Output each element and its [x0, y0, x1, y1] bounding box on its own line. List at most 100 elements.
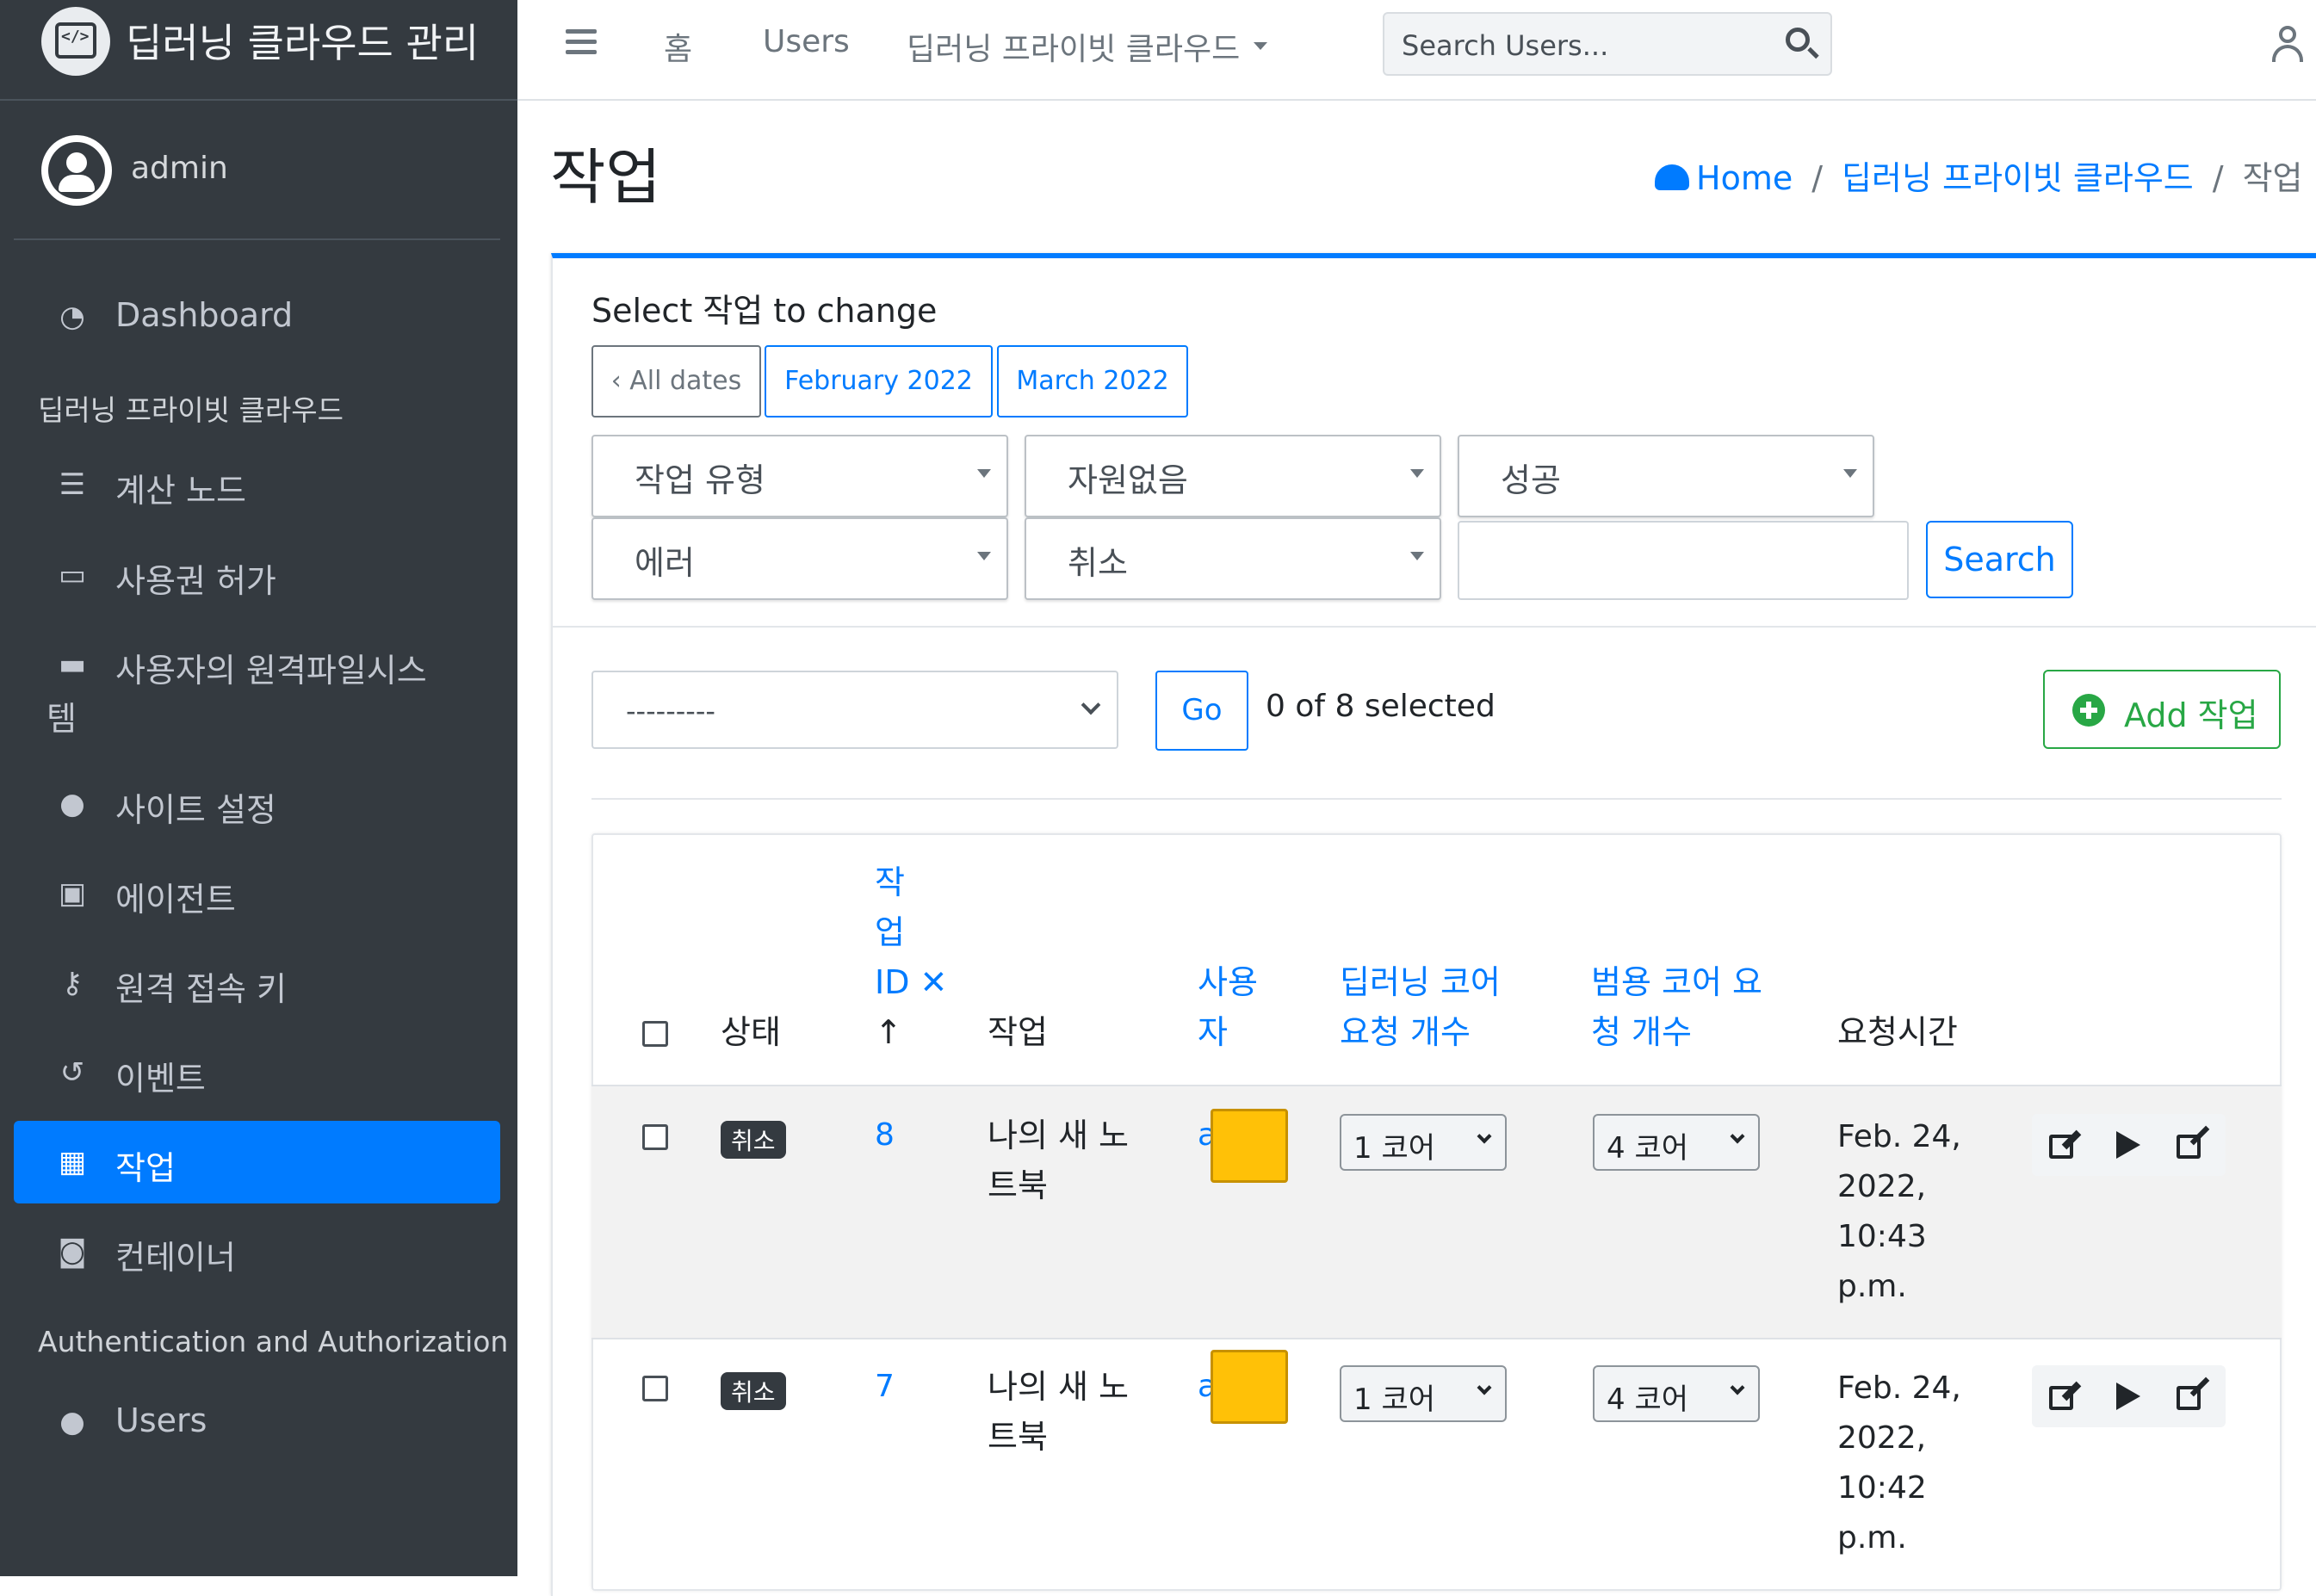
sidebar-item-containers[interactable]: ◙ 컨테이너 [14, 1210, 500, 1293]
sidebar-item-agent[interactable]: ▣ 에이전트 [14, 852, 500, 935]
caret-down-icon [1410, 469, 1424, 478]
nav-dropdown-dlcloud[interactable]: 딥러닝 프라이빗 클라우드 [907, 24, 1268, 69]
sidebar-item-label: 원격 접속 키 [115, 970, 287, 1008]
row-actions [2032, 1114, 2226, 1176]
nav-link-home[interactable]: 홈 [664, 24, 692, 69]
general-cores-select[interactable]: 4 코어 [1593, 1365, 1760, 1422]
date-feb-2022-button[interactable]: February 2022 [765, 345, 993, 418]
row-checkbox[interactable] [642, 1376, 668, 1401]
row-id-link[interactable]: 8 [875, 1117, 895, 1153]
circle-icon: ● [59, 787, 85, 821]
nav-link-users[interactable]: Users [763, 24, 850, 59]
col-header-status: 상태 [721, 1013, 781, 1051]
row-checkbox[interactable] [642, 1124, 668, 1150]
col-header-job: 작업 [988, 1013, 1048, 1051]
license-icon: ▭ [58, 558, 87, 592]
brand-title: 딥러닝 클라우드 관리 [126, 20, 480, 66]
card-title: Select 작업 to change [591, 292, 938, 330]
edit-icon[interactable] [2047, 1379, 2082, 1414]
page-title: 작업 [550, 142, 661, 213]
docker-icon: ◙ [58, 1234, 87, 1269]
breadcrumb: Home / 딥러닝 프라이빗 클라우드 / 작업 [1655, 152, 2303, 199]
row-job-name: 나의 새 노 트북 [988, 1368, 1129, 1456]
play-icon[interactable] [2116, 1131, 2140, 1159]
divider [591, 798, 2282, 800]
external-link-icon[interactable] [2175, 1376, 2210, 1414]
chevron-down-icon [1477, 1380, 1492, 1395]
sidebar-header-dlcloud: 딥러닝 프라이빗 클라우드 [38, 393, 344, 427]
general-cores-select[interactable]: 4 코어 [1593, 1114, 1760, 1171]
user-menu-icon[interactable] [2270, 26, 2305, 64]
search-placeholder: Search Users... [1402, 29, 1609, 62]
chevron-down-icon [1081, 695, 1101, 715]
action-select[interactable]: --------- [591, 671, 1118, 749]
selected-count: 0 of 8 selected [1266, 689, 1495, 724]
sidebar-item-label: 작업 [115, 1149, 176, 1187]
col-header-user[interactable]: 사용 자 [1198, 957, 1258, 1057]
filter-error[interactable]: 에러 [591, 517, 1008, 600]
col-header-dl-cores[interactable]: 딥러닝 코어 요청 개수 [1340, 957, 1501, 1057]
user-panel: admin [14, 101, 500, 240]
dl-cores-select[interactable]: 1 코어 [1340, 1365, 1507, 1422]
sidebar-item-label: Users [115, 1401, 207, 1439]
filter-success[interactable]: 성공 [1458, 435, 1874, 517]
sidebar-item-label: 사용권 허가 [115, 562, 276, 600]
sidebar-item-dashboard[interactable]: ◔ Dashboard [14, 275, 500, 358]
add-job-button[interactable]: Add 작업 [2043, 670, 2281, 749]
sidebar-item-jobs[interactable]: ▦ 작업 [14, 1121, 500, 1203]
sidebar-item-label: 사이트 설정 [115, 791, 276, 829]
row-job-name: 나의 새 노 트북 [988, 1117, 1129, 1204]
date-all-button[interactable]: ‹ All dates [591, 345, 761, 418]
caret-down-icon [977, 552, 991, 560]
chevron-down-icon [1477, 1129, 1492, 1144]
row-request-time: Feb. 24, 2022, 10:42 p.m. [1837, 1370, 1961, 1556]
sidebar-item-license[interactable]: ▭ 사용권 허가 [14, 534, 500, 616]
breadcrumb-section[interactable]: 딥러닝 프라이빗 클라우드 [1842, 159, 2194, 197]
sidebar-item-label-cont: 템 [46, 700, 77, 738]
tachometer-icon [1655, 164, 1689, 190]
robot-icon: ▣ [58, 876, 87, 911]
row-divider [591, 1338, 2282, 1339]
filter-cancel[interactable]: 취소 [1025, 517, 1441, 600]
sidebar-item-remote-fs[interactable]: ▬ 사용자의 원격파일시스 템 [14, 623, 500, 744]
microchip-icon: ▦ [58, 1145, 87, 1179]
user-search-input[interactable]: Search Users... [1383, 12, 1832, 76]
top-navbar: 홈 Users 딥러닝 프라이빗 클라우드 Search Users... [517, 0, 2316, 101]
search-button[interactable]: Search [1926, 521, 2073, 598]
row-actions [2032, 1365, 2226, 1427]
play-icon[interactable] [2116, 1383, 2140, 1410]
sidebar: 딥러닝 클라우드 관리 admin ◔ Dashboard 딥러닝 프라이빗 클… [0, 0, 517, 1576]
go-button[interactable]: Go [1155, 671, 1248, 751]
sidebar-header-auth: Authentication and Authorization [38, 1325, 509, 1358]
dl-cores-select[interactable]: 1 코어 [1340, 1114, 1507, 1171]
brand-link[interactable]: 딥러닝 클라우드 관리 [0, 0, 517, 101]
brand-logo-icon [41, 7, 110, 76]
external-link-icon[interactable] [2175, 1125, 2210, 1162]
select-all-checkbox[interactable] [642, 1021, 668, 1047]
date-mar-2022-button[interactable]: March 2022 [997, 345, 1188, 418]
redaction-box [1211, 1350, 1288, 1424]
nav-dropdown-label: 딥러닝 프라이빗 클라우드 [907, 32, 1241, 67]
sidebar-item-site-settings[interactable]: ● 사이트 설정 [14, 763, 500, 845]
col-header-general-cores[interactable]: 범용 코어 요청 개수 [1591, 957, 1762, 1057]
filter-search-input[interactable] [1458, 521, 1909, 600]
hdd-icon: ▬ [58, 647, 87, 682]
user-name[interactable]: admin [131, 151, 228, 186]
sidebar-item-remote-key[interactable]: ⚷ 원격 접속 키 [14, 942, 500, 1024]
divider [551, 626, 2316, 628]
search-icon[interactable] [1786, 28, 1810, 52]
sidebar-item-events[interactable]: ↺ 이벤트 [14, 1031, 500, 1114]
col-header-id[interactable]: 작 업 ID ✕ ↑ [875, 857, 947, 1057]
filter-no-resource[interactable]: 자원없음 [1025, 435, 1441, 517]
history-icon: ↺ [59, 1055, 85, 1090]
sidebar-item-compute-nodes[interactable]: ☰ 계산 노드 [14, 443, 500, 526]
edit-icon[interactable] [2047, 1128, 2082, 1162]
breadcrumb-home[interactable]: Home [1655, 159, 1793, 197]
sidebar-item-users[interactable]: ● Users [14, 1381, 500, 1463]
chevron-down-icon [1730, 1380, 1745, 1395]
sidebar-item-label: 사용자의 원격파일시스 [115, 652, 427, 690]
row-id-link[interactable]: 7 [875, 1369, 895, 1404]
filter-job-type[interactable]: 작업 유형 [591, 435, 1008, 517]
hamburger-menu-icon[interactable] [566, 29, 597, 55]
caret-down-icon [977, 469, 991, 478]
